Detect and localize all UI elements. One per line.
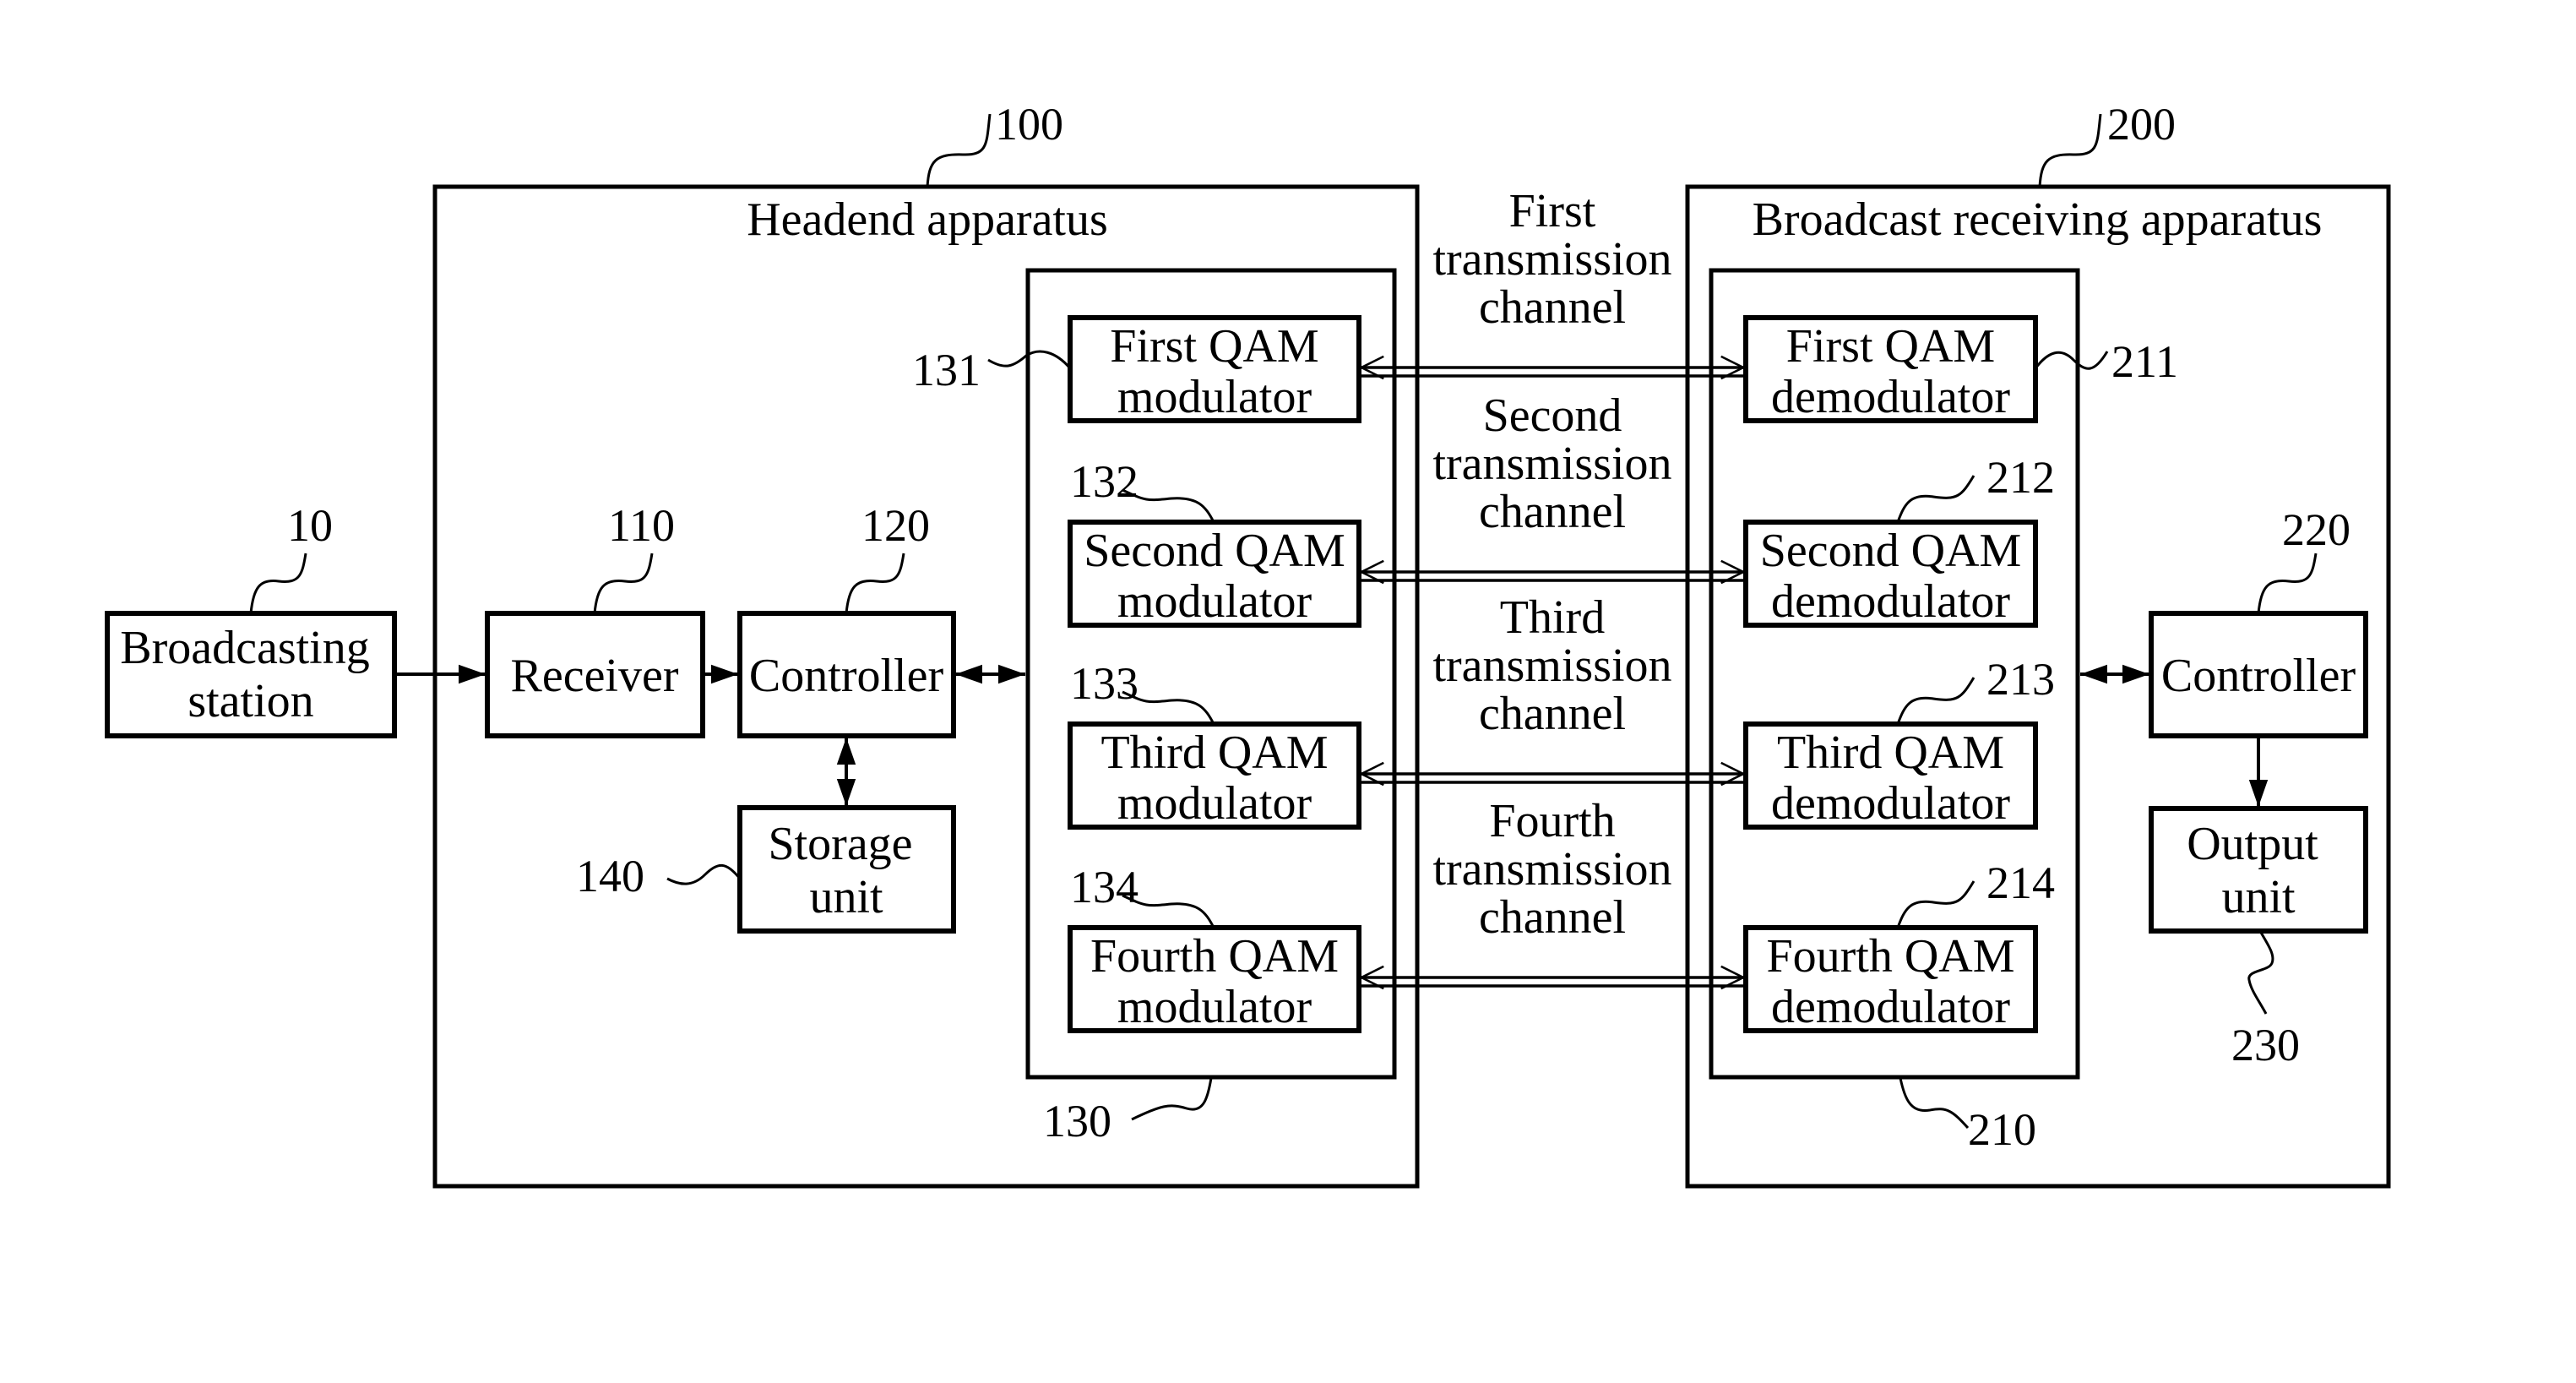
ref-110: 110 <box>608 500 675 551</box>
headend-apparatus-title: Headend apparatus <box>747 193 1108 246</box>
ref-214: 214 <box>1986 858 2055 908</box>
ref-leader-110 <box>593 553 654 614</box>
qam-modulator-label: Third QAM modulator <box>1101 727 1328 830</box>
qam-demodulator-label: Third QAM demodulator <box>1771 727 2010 830</box>
ref-leader-213 <box>1896 677 1975 725</box>
broadcasting-station-block: Broadcasting station 10 <box>105 500 397 738</box>
storage-unit-block: Storage unit 140 <box>576 805 956 934</box>
ref-120: 120 <box>861 500 930 551</box>
qam-modulator-label: Second QAM modulator <box>1084 525 1345 628</box>
qam-demodulator-1: First QAM demodulator 211 <box>1743 315 2178 423</box>
ref-212: 212 <box>1986 452 2055 503</box>
qam-demodulator-3: Third QAM demodulator 213 <box>1743 654 2055 830</box>
qam-demodulator-label: Fourth QAM demodulator <box>1766 930 2014 1033</box>
ref-leader-120 <box>845 553 905 614</box>
ref-131: 131 <box>912 345 981 395</box>
ref-10: 10 <box>287 500 333 551</box>
transmission-channel-label: Second transmission channel <box>1432 389 1671 538</box>
qam-modulator-label: First QAM modulator <box>1110 320 1318 423</box>
transmission-channel-label: Third transmission channel <box>1432 591 1671 740</box>
ref-leader-212 <box>1896 475 1975 523</box>
ref-132: 132 <box>1070 456 1139 507</box>
qam-demodulator-4: Fourth QAM demodulator 214 <box>1743 858 2055 1033</box>
qam-modulator-4: Fourth QAM modulator 134 <box>1068 862 1361 1033</box>
qam-modulator-1: First QAM modulator 131 <box>912 315 1361 423</box>
ref-211: 211 <box>2111 336 2178 387</box>
transmission-channel-label: Fourth transmission channel <box>1432 795 1671 944</box>
output-unit-block: Output unit 230 <box>2149 806 2368 1070</box>
ref-leader-230 <box>2247 930 2274 1015</box>
ref-leader-130 <box>1131 1077 1213 1121</box>
receiver-label: Receiver <box>511 650 679 702</box>
receiving-controller-label: Controller <box>2161 650 2356 702</box>
ref-213: 213 <box>1986 654 2055 705</box>
qam-demodulator-label: Second QAM demodulator <box>1760 525 2022 628</box>
ref-210: 210 <box>1968 1104 2036 1155</box>
ref-140: 140 <box>576 851 644 901</box>
ref-leader-200 <box>2038 113 2102 188</box>
ref-leader-220 <box>2257 553 2318 614</box>
ref-leader-10 <box>249 553 307 614</box>
ref-leader-100 <box>926 113 992 188</box>
ref-leader-140 <box>666 863 742 885</box>
headend-controller-block: Controller 120 <box>737 500 956 738</box>
qam-modulator-label: Fourth QAM modulator <box>1090 930 1339 1033</box>
ref-leader-211 <box>2034 351 2109 370</box>
transmission-channel-label: First transmission channel <box>1432 185 1671 334</box>
ref-leader-214 <box>1896 880 1975 928</box>
ref-130: 130 <box>1043 1096 1111 1146</box>
receiving-apparatus-title: Broadcast receiving apparatus <box>1753 193 2323 246</box>
qam-demodulator-label: First QAM demodulator <box>1771 320 2010 423</box>
ref-100: 100 <box>995 99 1063 150</box>
ref-134: 134 <box>1070 862 1139 912</box>
ref-200: 200 <box>2107 99 2176 150</box>
qam-modulator-2: Second QAM modulator 132 <box>1068 456 1361 628</box>
ref-220: 220 <box>2282 504 2350 555</box>
ref-133: 133 <box>1070 658 1139 709</box>
system-block-diagram: Headend apparatus 100 Broadcast receivin… <box>105 99 2391 1189</box>
receiver-block: Receiver 110 <box>485 500 705 738</box>
qam-modulator-3: Third QAM modulator 133 <box>1068 658 1361 830</box>
ref-leader-210 <box>1899 1077 1970 1130</box>
ref-230: 230 <box>2231 1020 2300 1070</box>
receiving-controller-block: Controller 220 <box>2149 504 2368 738</box>
headend-controller-label: Controller <box>749 650 944 702</box>
qam-demodulator-2: Second QAM demodulator 212 <box>1743 452 2055 628</box>
